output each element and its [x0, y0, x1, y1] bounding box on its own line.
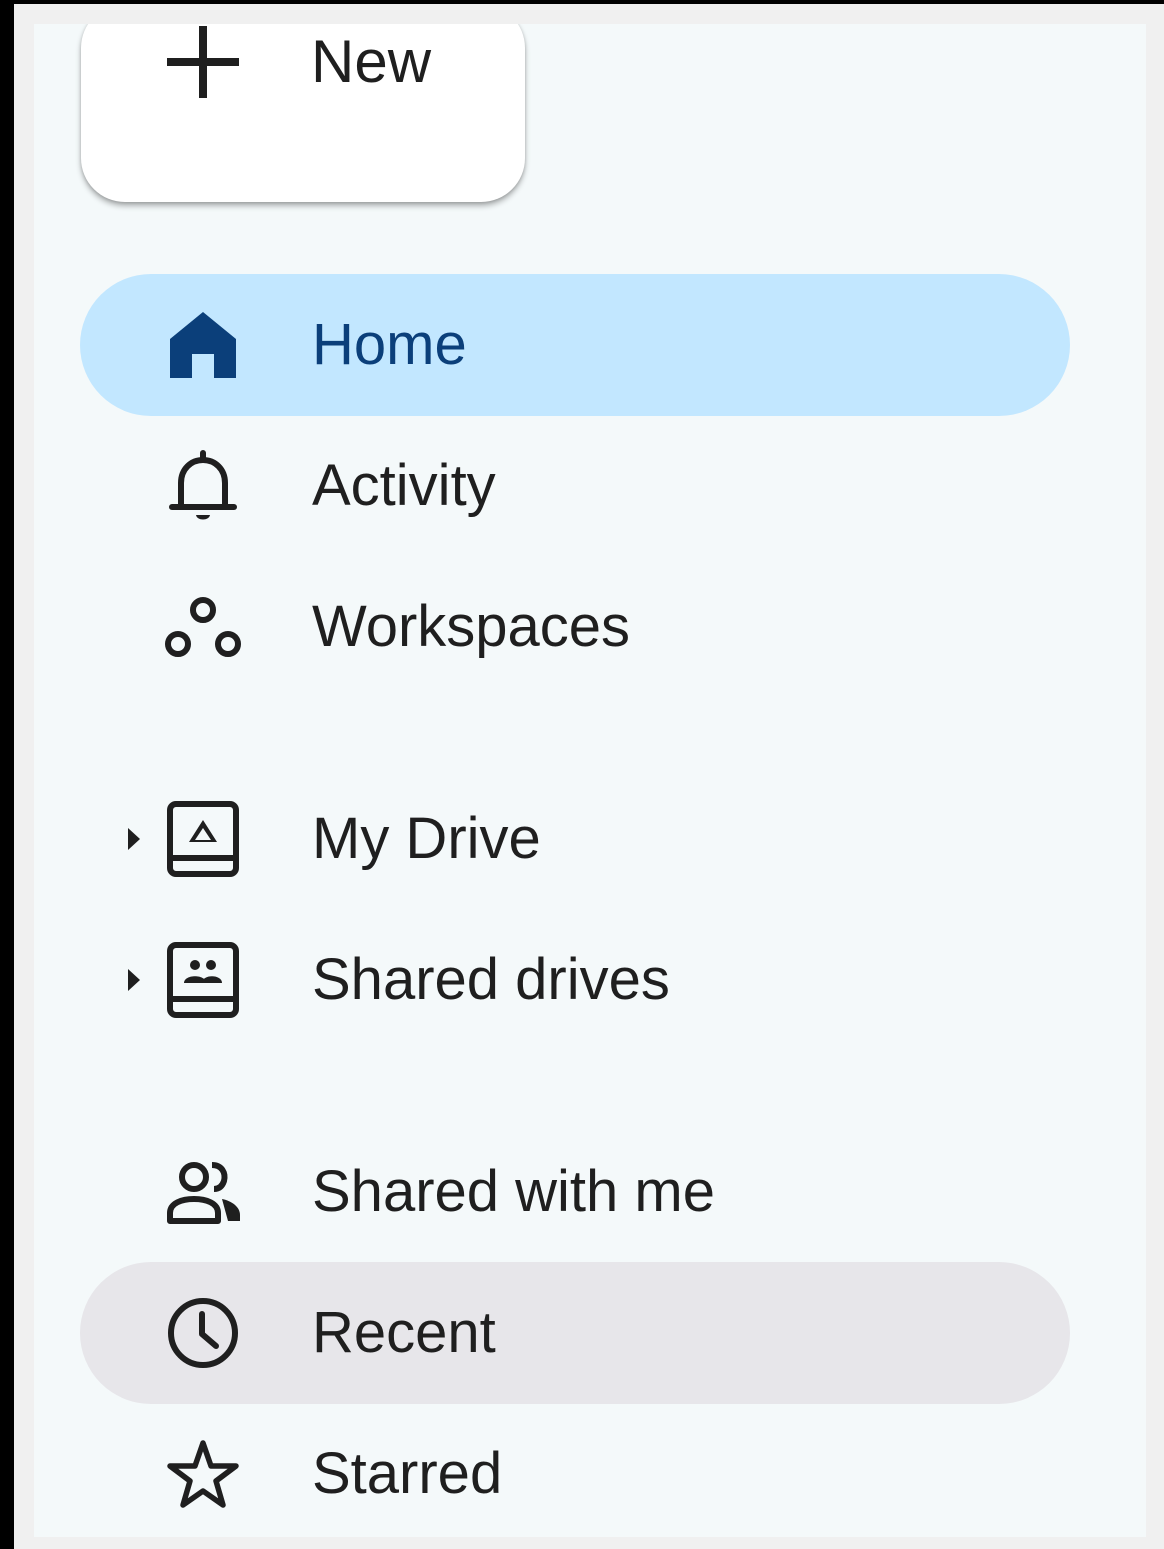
drive-sidebar: New Home Activity Workspaces My Drive Sh… [34, 24, 1146, 1537]
sidebar-item-activity[interactable]: Activity [80, 415, 1070, 557]
plus-icon [165, 24, 241, 100]
sidebar-item-label: Home [312, 312, 467, 377]
my-drive-icon [164, 800, 242, 878]
clock-icon [164, 1294, 242, 1372]
sidebar-item-label: Starred [312, 1441, 503, 1506]
sidebar-item-label: My Drive [312, 806, 541, 871]
sidebar-item-home[interactable]: Home [80, 274, 1070, 416]
new-button-label: New [311, 28, 432, 95]
sidebar-item-shared-with-me[interactable]: Shared with me [80, 1121, 1070, 1263]
sidebar-item-label: Shared drives [312, 947, 670, 1012]
sidebar-item-my-drive[interactable]: My Drive [80, 768, 1070, 910]
home-icon [164, 306, 242, 384]
new-button[interactable]: New [81, 24, 525, 202]
sidebar-item-label: Activity [312, 453, 496, 518]
people-icon [164, 1153, 242, 1231]
sidebar-item-recent[interactable]: Recent [80, 1262, 1070, 1404]
expand-caret-icon[interactable] [122, 826, 146, 852]
star-icon [164, 1435, 242, 1513]
sidebar-item-shared-drives[interactable]: Shared drives [80, 909, 1070, 1051]
sidebar-item-starred[interactable]: Starred [80, 1403, 1070, 1537]
bell-icon [164, 447, 242, 525]
sidebar-item-label: Workspaces [312, 594, 631, 659]
expand-caret-icon[interactable] [122, 967, 146, 993]
sidebar-item-label: Shared with me [312, 1159, 715, 1224]
workspaces-icon [164, 588, 242, 666]
shared-drives-icon [164, 941, 242, 1019]
sidebar-item-workspaces[interactable]: Workspaces [80, 556, 1070, 698]
sidebar-item-label: Recent [312, 1300, 496, 1365]
